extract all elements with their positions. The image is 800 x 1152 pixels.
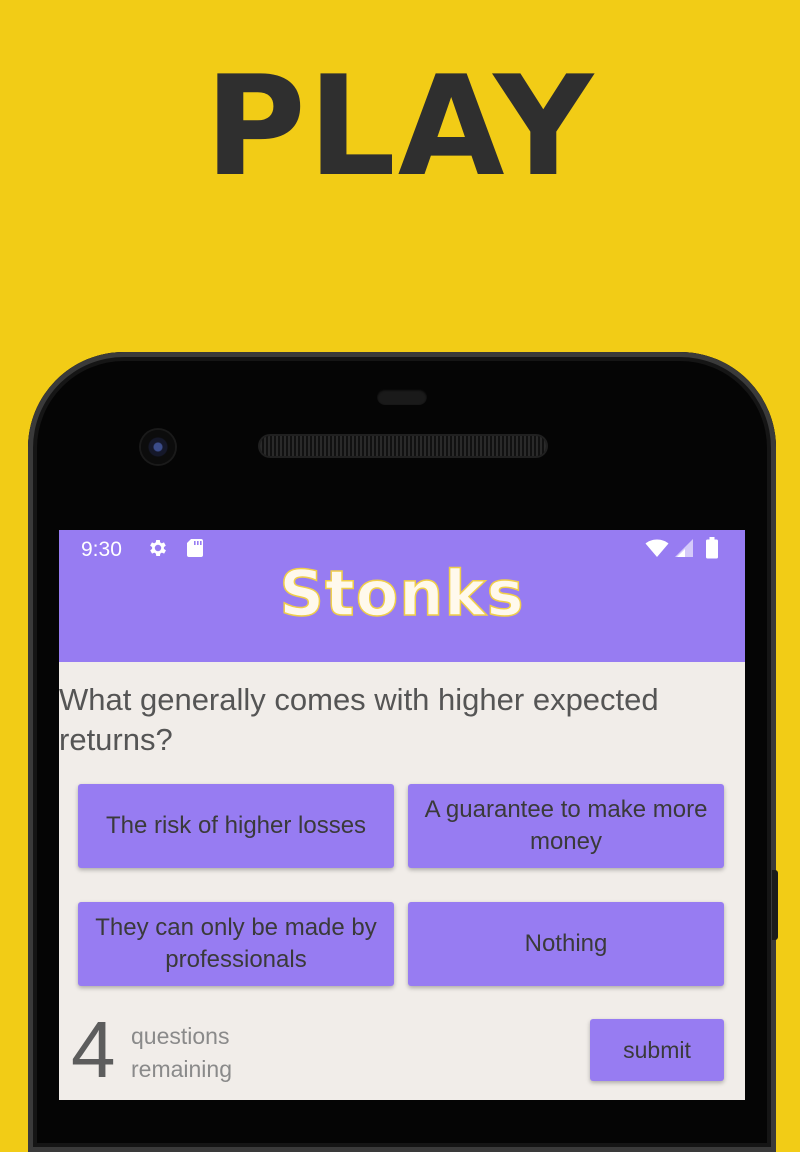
question-text: What generally comes with higher expecte… <box>59 682 659 757</box>
answer-option-2[interactable]: A guarantee to make more money <box>408 784 724 868</box>
phone-side-button <box>772 870 778 940</box>
app-title: Stonks <box>279 557 525 630</box>
promo-headline: PLAY <box>204 46 596 207</box>
submit-button[interactable]: submit <box>590 1019 724 1081</box>
questions-remaining-label: questions remaining <box>131 1023 232 1082</box>
front-camera <box>141 430 175 464</box>
answer-option-4[interactable]: Nothing <box>408 902 724 986</box>
answer-option-1[interactable]: The risk of higher losses <box>78 784 394 868</box>
app-bar: 9:30 Stonks <box>59 530 745 662</box>
proximity-sensor <box>377 389 427 405</box>
questions-remaining-count: 4 <box>71 1005 116 1094</box>
answer-option-3[interactable]: They can only be made by professionals <box>78 902 394 986</box>
phone-screen: 9:30 Stonks What generally comes with hi… <box>59 530 745 1100</box>
earpiece-speaker <box>260 436 546 456</box>
status-time: 9:30 <box>81 538 122 561</box>
